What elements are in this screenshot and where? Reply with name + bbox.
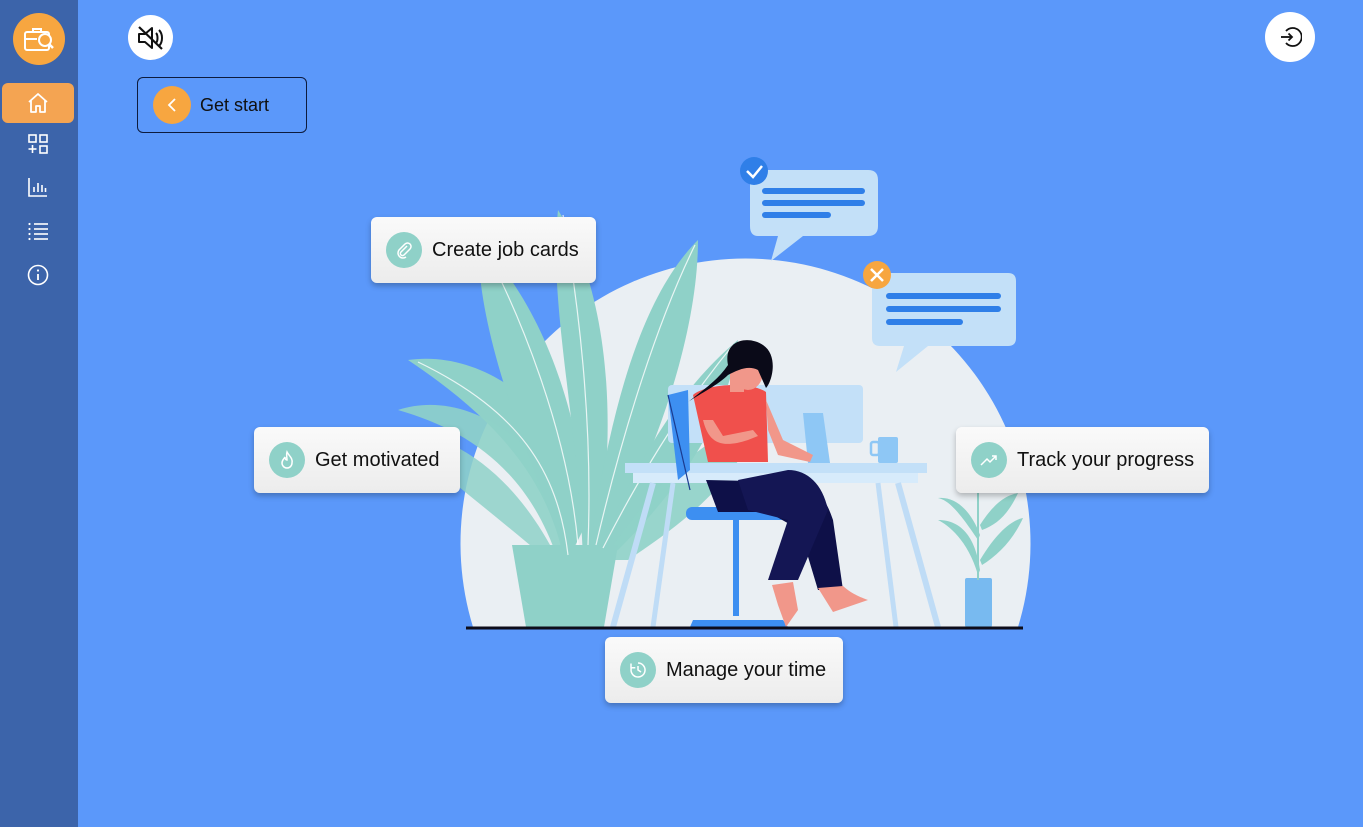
chevron-left-icon [167,98,176,112]
get-start-label: Get start [200,94,270,115]
feature-motivated-label: Get motivated [315,448,440,471]
info-icon [27,264,49,286]
sidebar-item-home[interactable] [2,83,74,123]
chevron-left-icon-wrap [153,86,191,124]
feature-track-progress[interactable]: Track your progress [956,427,1209,493]
clock-icon-wrap [620,652,656,688]
feature-progress-label: Track your progress [1017,448,1195,471]
sidebar [0,0,78,827]
sidebar-item-reports[interactable] [2,167,74,207]
trending-up-icon [980,455,997,466]
flame-icon-wrap [269,442,305,478]
volume-mute-icon [137,25,163,50]
feature-time-label: Manage your time [666,658,827,681]
feature-get-motivated[interactable]: Get motivated [254,427,460,493]
dashboard-add-icon [28,134,48,154]
get-start-button[interactable]: Get start [137,77,307,133]
main-area: Get start Create job cards Get motivated… [78,0,1363,827]
sidebar-item-list[interactable] [2,211,74,251]
logout-icon [1281,27,1302,47]
paperclip-icon-wrap [386,232,422,268]
bar-chart-icon [28,178,47,197]
mute-button[interactable] [128,15,173,60]
briefcase-search-icon [24,28,54,51]
flame-icon [281,450,293,469]
logout-button[interactable] [1265,12,1315,62]
feature-manage-time[interactable]: Manage your time [605,637,843,703]
sidebar-item-dashboard[interactable] [2,124,74,164]
list-icon [28,222,48,241]
paperclip-icon [397,242,412,259]
app-logo[interactable] [13,13,65,65]
feature-create-job-cards[interactable]: Create job cards [371,217,596,283]
clock-icon [630,662,646,678]
chat-bubble-approved [740,157,878,261]
feature-create-label: Create job cards [432,238,579,261]
sidebar-item-info[interactable] [2,255,74,295]
home-icon [28,93,48,113]
trending-up-icon-wrap [971,442,1007,478]
